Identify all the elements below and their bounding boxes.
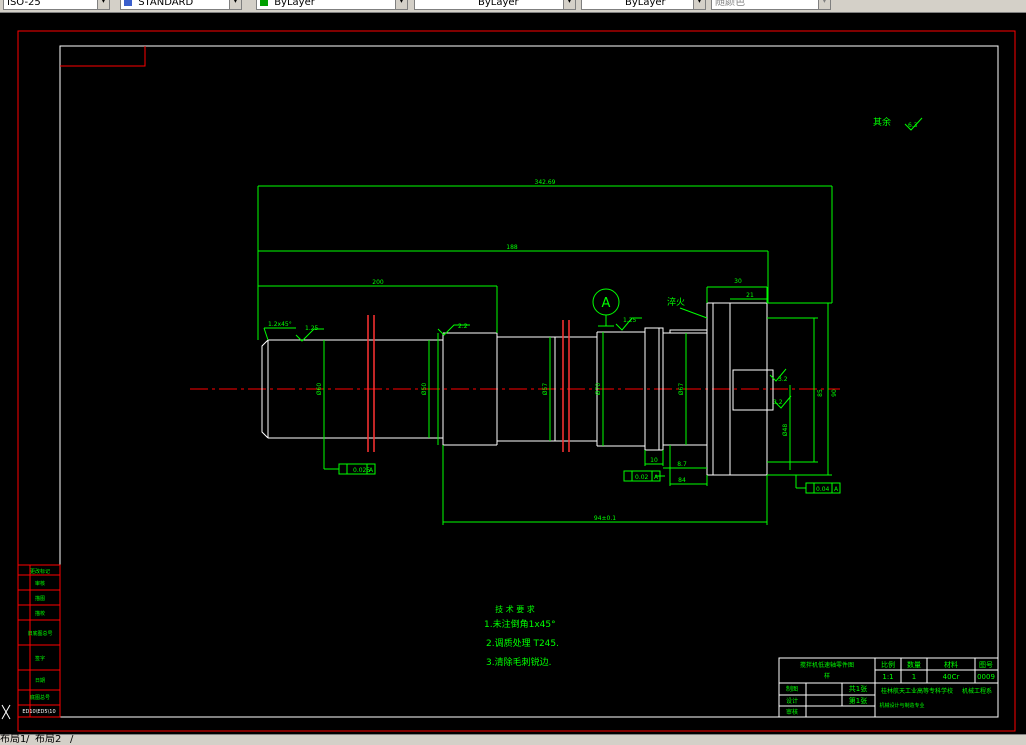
drawing-no-value: 0009 xyxy=(977,673,995,681)
dim-dia-67: Ø67 xyxy=(678,383,685,396)
perp-value: 0.02 xyxy=(635,474,649,481)
chevron-down-icon[interactable]: ▼ xyxy=(563,0,575,9)
school-name: 桂林航天工业高等专科学校 xyxy=(881,687,953,695)
drawing-no-label: 图号 xyxy=(979,661,993,669)
color-dropdown[interactable]: ByLayer ▼ xyxy=(256,0,408,10)
sym-datum: A xyxy=(834,486,839,493)
chamfer-label: 1.2x45° xyxy=(268,321,292,328)
lineweight-value: ByLayer xyxy=(625,0,666,8)
chevron-down-icon[interactable]: ▼ xyxy=(693,0,705,9)
section-marks xyxy=(367,315,570,452)
gdt-frames xyxy=(338,463,841,494)
drawing-frame xyxy=(59,45,999,718)
runout-datum: A xyxy=(369,467,374,474)
roughness-a: 1.25 xyxy=(305,325,319,332)
tech-item-2: 2.调质处理 T245. xyxy=(486,637,559,649)
roughness-d: 3.2 xyxy=(773,399,783,406)
chevron-down-icon[interactable]: ▼ xyxy=(395,0,407,9)
dim-overall: 342.69 xyxy=(535,179,556,186)
part-sub: 样 xyxy=(824,672,830,680)
side-label: ED10\ED5\10 xyxy=(22,709,55,715)
chevron-down-icon[interactable]: ▼ xyxy=(229,0,241,9)
properties-toolbar: ISO-25 ▼ STANDARD ▼ ByLayer ▼ ByLayer ▼ … xyxy=(0,0,1026,13)
side-label: 描图 xyxy=(35,595,45,602)
tech-item-1: 1.未注倒角1x45° xyxy=(484,618,556,630)
color-value: ByLayer xyxy=(274,0,315,8)
lineweight-dropdown[interactable]: ByLayer ▼ xyxy=(581,0,706,10)
dim-200: 200 xyxy=(372,279,384,286)
dimstyle-dropdown[interactable]: ISO-25 ▼ xyxy=(3,0,110,10)
textstyle-value: STANDARD xyxy=(138,0,194,8)
dim-21: 21 xyxy=(746,292,754,299)
chevron-down-icon[interactable]: ▼ xyxy=(818,0,830,9)
title-block: 搅拌机低速轴零件图 样 比例 数量 材料 图号 1:1 1 40Cr 0009 … xyxy=(778,657,999,718)
dim-90: 90 xyxy=(831,389,838,397)
dim-85: 85 xyxy=(817,389,824,397)
side-label: 底图总号 xyxy=(30,694,50,701)
dim-10: 10 xyxy=(650,457,658,464)
color-swatch-icon xyxy=(260,0,268,6)
ucs-icon xyxy=(1,704,11,720)
plotstyle-value: 随颜色 xyxy=(715,0,745,8)
dim-dia-60: Ø60 xyxy=(316,383,323,396)
datum-label: A xyxy=(602,296,611,311)
plotstyle-dropdown[interactable]: 随颜色 ▼ xyxy=(711,0,831,10)
textstyle-icon xyxy=(124,0,132,6)
design-label: 设计 xyxy=(786,697,798,705)
dim-8: 8.7 xyxy=(677,461,687,468)
side-block: 更改标记 审核 描图 描校 旧底图总号 签字 日期 底图总号 ED10\ED5\… xyxy=(17,564,61,718)
roughness-b: 1.25 xyxy=(623,317,637,324)
runout-value: 0.025 xyxy=(353,467,370,474)
scale-value: 1:1 xyxy=(882,673,893,681)
review-label: 审核 xyxy=(786,708,798,716)
dept-name: 机械工程系 xyxy=(962,687,992,695)
side-label: 旧底图总号 xyxy=(27,630,52,637)
roughness-rest-value: 6.3 xyxy=(908,122,918,129)
sym-value: 0.04 xyxy=(816,486,830,493)
dim-groove: 2.2 xyxy=(458,323,468,330)
side-label: 签字 xyxy=(35,655,45,662)
dim-dia-70: Ø70 xyxy=(595,383,602,396)
sheets-total: 共1张 xyxy=(849,684,867,693)
linetype-value: ByLayer xyxy=(478,0,519,8)
corner-mark xyxy=(60,46,146,67)
material-value: 40Cr xyxy=(943,673,960,681)
side-label: 更改标记 xyxy=(30,568,50,575)
dim-dia-50: Ø50 xyxy=(421,383,428,396)
draw-label: 制图 xyxy=(786,685,798,693)
title-note: 机械设计与制造专业 xyxy=(879,702,924,709)
material-label: 材料 xyxy=(944,660,958,669)
dim-bottom: 94±0.1 xyxy=(594,515,616,522)
part-name: 搅拌机低速轴零件图 xyxy=(800,661,854,669)
tech-title: 技 术 要 求 xyxy=(495,604,535,614)
tech-requirements: 技 术 要 求 1.未注倒角1x45° 2.调质处理 T245. 3.清除毛刺锐… xyxy=(484,604,559,668)
perp-datum: A xyxy=(654,474,659,481)
side-label: 审核 xyxy=(35,580,45,587)
dim-dia-48: Ø48 xyxy=(782,424,789,437)
dim-84: 84 xyxy=(678,477,686,484)
tech-item-3: 3.清除毛刺锐边. xyxy=(486,656,551,668)
linetype-dropdown[interactable]: ByLayer ▼ xyxy=(414,0,576,10)
quench-label: 淬火 xyxy=(667,296,685,308)
roughness-rest-label: 其余 xyxy=(873,116,891,128)
qty-label: 数量 xyxy=(907,660,921,669)
sheet-number: 第1张 xyxy=(849,696,867,705)
dim-dia-57: Ø57 xyxy=(542,383,549,396)
dimstyle-value: ISO-25 xyxy=(7,0,41,8)
textstyle-dropdown[interactable]: STANDARD ▼ xyxy=(120,0,242,10)
qty-value: 1 xyxy=(912,673,916,681)
side-label: 描校 xyxy=(35,610,45,617)
layout-tabs-bar: 布局1 / 布局2 / xyxy=(0,734,1026,745)
dim-30: 30 xyxy=(734,278,742,285)
dim-188: 188 xyxy=(506,244,518,251)
side-label: 日期 xyxy=(35,678,45,684)
drawing-canvas[interactable]: 更改标记 审核 描图 描校 旧底图总号 签字 日期 底图总号 ED10\ED5\… xyxy=(0,13,1026,734)
roughness-c: 3.2 xyxy=(778,376,788,383)
chevron-down-icon[interactable]: ▼ xyxy=(97,0,109,9)
scale-label: 比例 xyxy=(881,660,895,669)
